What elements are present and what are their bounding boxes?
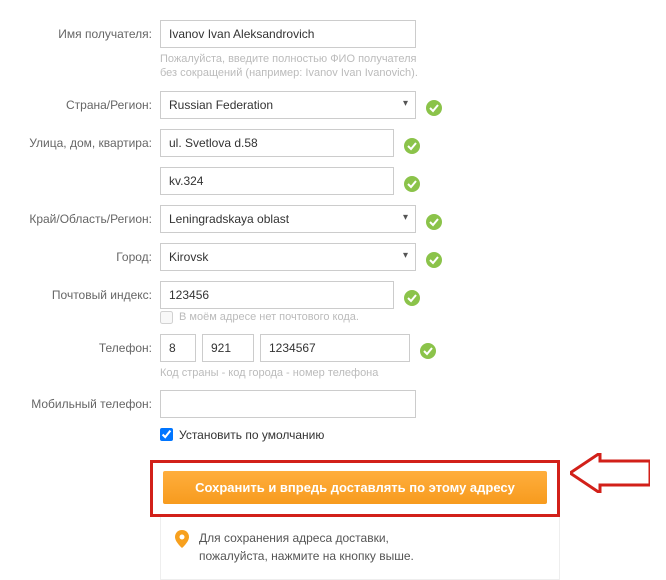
- phone-country-input[interactable]: [160, 334, 196, 362]
- map-pin-icon: [175, 530, 189, 548]
- arrow-annotation-icon: [570, 453, 650, 493]
- tip-line1: Для сохранения адреса доставки,: [199, 529, 414, 547]
- submit-highlight-box: Сохранить и впредь доставлять по этому а…: [150, 460, 560, 517]
- street-label: Улица, дом, квартира:: [0, 129, 160, 150]
- region-select[interactable]: Leningradskaya oblast: [160, 205, 416, 233]
- check-icon: [420, 343, 436, 359]
- country-label: Страна/Регион:: [0, 91, 160, 112]
- mobile-label: Мобильный телефон:: [0, 390, 160, 411]
- check-icon: [404, 138, 420, 154]
- phone-number-input[interactable]: [260, 334, 410, 362]
- recipient-label: Имя получателя:: [0, 20, 160, 41]
- check-icon: [426, 214, 442, 230]
- city-select[interactable]: Kirovsk: [160, 243, 416, 271]
- save-tip-box: Для сохранения адреса доставки, пожалуйс…: [160, 517, 560, 580]
- check-icon: [404, 290, 420, 306]
- default-checkbox[interactable]: [160, 428, 173, 441]
- no-postal-label: В моём адресе нет почтового кода.: [179, 311, 359, 323]
- no-postal-checkbox[interactable]: [160, 311, 173, 324]
- mobile-input[interactable]: [160, 390, 416, 418]
- street2-input[interactable]: [160, 167, 394, 195]
- country-select[interactable]: Russian Federation: [160, 91, 416, 119]
- region-label: Край/Область/Регион:: [0, 205, 160, 226]
- check-icon: [404, 176, 420, 192]
- recipient-hint: Пожалуйста, введите полностью ФИО получа…: [160, 52, 420, 81]
- tip-line2: пожалуйста, нажмите на кнопку выше.: [199, 547, 414, 565]
- check-icon: [426, 252, 442, 268]
- save-address-button[interactable]: Сохранить и впредь доставлять по этому а…: [163, 471, 547, 504]
- phone-hint: Код страны - код города - номер телефона: [160, 366, 420, 380]
- default-label: Установить по умолчанию: [179, 428, 324, 442]
- check-icon: [426, 100, 442, 116]
- recipient-input[interactable]: [160, 20, 416, 48]
- zip-input[interactable]: [160, 281, 394, 309]
- zip-label: Почтовый индекс:: [0, 281, 160, 302]
- phone-label: Телефон:: [0, 334, 160, 355]
- street1-input[interactable]: [160, 129, 394, 157]
- city-label: Город:: [0, 243, 160, 264]
- phone-area-input[interactable]: [202, 334, 254, 362]
